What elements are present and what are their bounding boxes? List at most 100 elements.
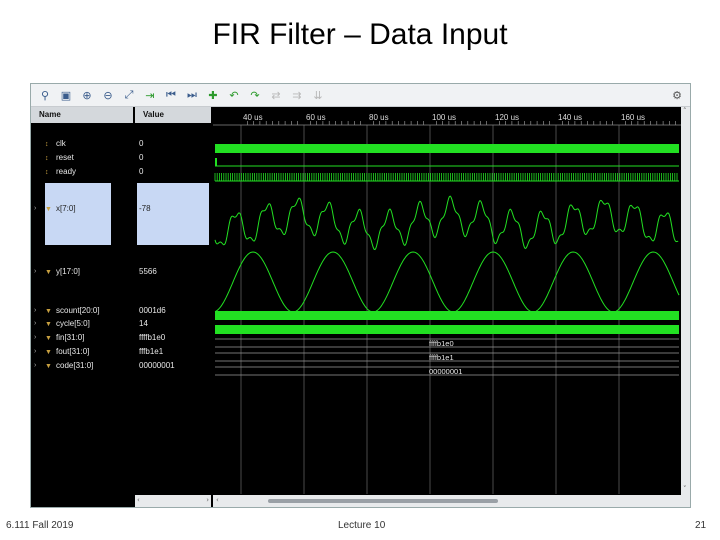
timeline-tick-label: 80 us — [369, 113, 389, 122]
scroll-right-icon[interactable]: › — [206, 496, 209, 504]
bus-signal-icon: ▼ — [45, 335, 52, 342]
go-to-cursor-icon[interactable]: ⇥ — [143, 88, 157, 102]
save-icon[interactable]: ▣ — [59, 88, 73, 102]
horizontal-scroll-thumb[interactable] — [268, 499, 498, 503]
signal-value-code: 00000001 — [139, 361, 175, 370]
vertical-scrollbar[interactable]: ˄ ˅ — [681, 107, 690, 507]
ready-waveform — [214, 173, 678, 181]
signal-name-cycle[interactable]: › ▼ cycle[5:0] — [31, 318, 90, 330]
signal-name-text: y[17:0] — [56, 267, 81, 276]
signal-name-scount[interactable]: › ▼ scount[20:0] — [31, 305, 100, 317]
signal-name-text: scount[20:0] — [56, 306, 100, 315]
value-column-header[interactable]: Value — [135, 107, 211, 123]
signal-name-code[interactable]: › ▼ code[31:0] — [31, 360, 93, 372]
scroll-left-icon[interactable]: ‹ — [137, 496, 140, 504]
code-bus-value: 00000001 — [429, 367, 462, 376]
name-scrollbar[interactable]: ‹ › — [135, 495, 211, 507]
signal-name-x[interactable]: › ▼ x[7:0] — [31, 203, 76, 215]
bus-signal-icon: ▼ — [45, 308, 52, 315]
bus-signal-icon: ▼ — [45, 206, 52, 213]
snap-edge-icon[interactable]: ⇊ — [311, 88, 325, 102]
signal-value-fout: fffb1e1 — [139, 347, 164, 356]
settings-icon[interactable]: ⚙ — [670, 88, 684, 102]
scroll-up-icon[interactable]: ˄ — [683, 107, 687, 115]
zoom-fit-icon[interactable]: ⤢ — [122, 88, 136, 102]
bus-signal-icon: ▼ — [45, 363, 52, 370]
fin-bus-value: ffffb1e0 — [429, 339, 454, 348]
search-icon[interactable]: ⚲ — [38, 88, 52, 102]
expand-icon[interactable]: › — [34, 346, 36, 358]
bus-signal-icon: ▼ — [45, 269, 52, 276]
name-column-header[interactable]: Name — [31, 107, 133, 123]
signal-value-clk: 0 — [139, 139, 144, 148]
next-marker-icon[interactable]: ↷ — [248, 88, 262, 102]
signal-value-reset: 0 — [139, 153, 144, 162]
signal-name-text: cycle[5:0] — [56, 319, 90, 328]
scount-waveform — [215, 311, 679, 320]
signal-name-text: fin[31:0] — [56, 333, 85, 342]
signal-value-ready: 0 — [139, 167, 144, 176]
swap-cursors-icon[interactable]: ⇄ — [269, 88, 283, 102]
signal-value-column: Value 0 0 0 -78 5566 0001d6 14 ffffb1e0 fffb1e1 0… — [135, 107, 211, 507]
signal-value-x: -78 — [139, 204, 151, 213]
timeline-tick-label: 60 us — [306, 113, 326, 122]
clk-waveform — [215, 144, 679, 153]
footer-page-number: 21 — [695, 520, 707, 531]
timeline-tick-label: 160 us — [621, 113, 645, 122]
timeline-tick-label: 140 us — [558, 113, 582, 122]
signal-name-y[interactable]: › ▼ y[17:0] — [31, 266, 80, 278]
waveform-canvas[interactable]: 40 us 60 us 80 us 100 us 120 us 140 us 160 us f… — [213, 107, 681, 494]
snap-icon[interactable]: ⇉ — [290, 88, 304, 102]
expand-icon[interactable]: › — [34, 332, 36, 344]
footer-course: 6.111 Fall 2019 — [6, 520, 74, 531]
expand-icon[interactable]: › — [34, 203, 36, 215]
bit-signal-icon: ↕ — [45, 155, 49, 162]
signal-name-text: fout[31:0] — [56, 347, 90, 356]
waveform-toolbar: ⚲ ▣ ⊕ ⊖ ⤢ ⇥ ⏮ ⏭ ✚ ↶ ↷ ⇄ ⇉ ⇊ ⚙ — [31, 84, 690, 107]
slide-title: FIR Filter – Data Input — [212, 18, 508, 51]
signal-name-column: Name ↕ clk ↕ reset ↕ ready › ▼ x[7:0] › ▼ y[17:0] › ▼… — [31, 107, 133, 507]
go-to-end-icon[interactable]: ⏭ — [185, 88, 199, 102]
timeline-tick-label: 120 us — [495, 113, 519, 122]
signal-name-text: reset — [56, 153, 74, 162]
expand-icon[interactable]: › — [34, 266, 36, 278]
bus-signal-icon: ▼ — [45, 349, 52, 356]
y-analog-waveform — [214, 251, 680, 313]
prev-marker-icon[interactable]: ↶ — [227, 88, 241, 102]
timeline-tick-label: 40 us — [243, 113, 263, 122]
add-marker-icon[interactable]: ✚ — [206, 88, 220, 102]
scroll-left-icon[interactable]: ‹ — [216, 496, 219, 504]
zoom-out-icon[interactable]: ⊖ — [101, 88, 115, 102]
signal-name-clk[interactable]: ↕ clk — [31, 138, 66, 150]
signal-name-ready[interactable]: ↕ ready — [31, 166, 76, 178]
footer-lecture: Lecture 10 — [338, 520, 386, 531]
waveform-viewer-screenshot: ⚲ ▣ ⊕ ⊖ ⤢ ⇥ ⏮ ⏭ ✚ ↶ ↷ ⇄ ⇉ ⇊ ⚙ Name ↕ clk ↕… — [30, 83, 691, 508]
bit-signal-icon: ↕ — [45, 169, 49, 176]
bit-signal-icon: ↕ — [45, 141, 49, 148]
expand-icon[interactable]: › — [34, 360, 36, 372]
scroll-down-icon[interactable]: ˅ — [683, 485, 687, 493]
waveform-area[interactable]: 40 us 60 us 80 us 100 us 120 us 140 us 160 us f… — [213, 107, 681, 494]
signal-name-text: x[7:0] — [56, 204, 76, 213]
signal-name-fin[interactable]: › ▼ fin[31:0] — [31, 332, 84, 344]
horizontal-scrollbar[interactable]: ‹ — [213, 495, 681, 507]
go-to-start-icon[interactable]: ⏮ — [164, 88, 178, 102]
bus-signal-icon: ▼ — [45, 321, 52, 328]
reset-edge — [215, 158, 217, 166]
signal-value-cycle: 14 — [139, 319, 148, 328]
signal-value-fin: ffffb1e0 — [139, 333, 166, 342]
zoom-in-icon[interactable]: ⊕ — [80, 88, 94, 102]
signal-name-text: clk — [56, 139, 66, 148]
expand-icon[interactable]: › — [34, 305, 36, 317]
signal-value-scount: 0001d6 — [139, 306, 166, 315]
cycle-waveform — [215, 325, 679, 334]
x-analog-waveform — [214, 195, 679, 251]
expand-icon[interactable]: › — [34, 318, 36, 330]
signal-name-reset[interactable]: ↕ reset — [31, 152, 74, 164]
signal-name-fout[interactable]: › ▼ fout[31:0] — [31, 346, 89, 358]
signal-name-text: code[31:0] — [56, 361, 94, 370]
fout-bus-value: ffffb1e1 — [429, 353, 454, 362]
timeline-tick-label: 100 us — [432, 113, 456, 122]
signal-name-text: ready — [56, 167, 77, 176]
signal-value-y: 5566 — [139, 267, 157, 276]
